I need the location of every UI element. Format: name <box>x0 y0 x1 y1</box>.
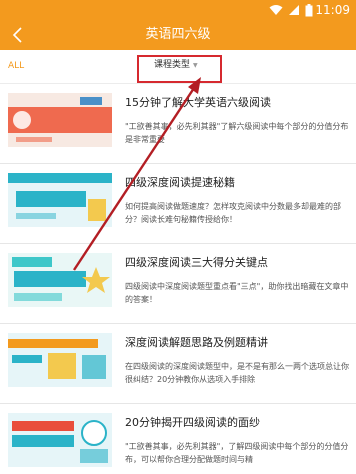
course-thumbnail-graphic <box>8 173 112 227</box>
course-thumbnail <box>8 173 112 227</box>
battery-icon <box>305 3 313 16</box>
course-thumbnail <box>8 333 112 387</box>
course-description: 四级阅读中深度阅读题型重点看"三点"，助你找出暗藏在文章中的答案！ <box>125 282 349 304</box>
course-description: "工欲善其事，必先利其器"，了解四级阅读中每个部分的分值分布，可以帮你合理分配做… <box>125 442 349 464</box>
course-title: 四级深度阅读三大得分关键点 <box>125 256 268 269</box>
course-thumbnail-graphic <box>8 253 112 307</box>
highlight-box <box>137 55 222 83</box>
course-thumbnail-graphic <box>8 333 112 387</box>
app-screen: 11:09 英语四六级 ALL 课程类型 ▼ 15分钟了解大学英语六级阅读 "工… <box>0 0 356 474</box>
course-list: 15分钟了解大学英语六级阅读 "工欲善其事，必先利其器"了解六级阅读中每个部分的… <box>0 84 356 474</box>
course-description: "工欲善其事，必先利其器"了解六级阅读中每个部分的分值分布是非常重要 <box>125 122 349 144</box>
course-thumbnail-graphic <box>8 413 112 467</box>
course-title: 20分钟揭开四级阅读的面纱 <box>125 416 260 429</box>
course-thumbnail <box>8 93 112 147</box>
status-time: 11:09 <box>315 3 350 17</box>
page-title: 英语四六级 <box>145 27 211 42</box>
course-title: 15分钟了解大学英语六级阅读 <box>125 96 271 109</box>
course-item[interactable]: 20分钟揭开四级阅读的面纱 "工欲善其事，必先利其器"，了解四级阅读中每个部分的… <box>0 404 356 474</box>
course-title: 四级深度阅读提速秘籍 <box>125 176 235 189</box>
course-thumbnail-graphic <box>8 93 112 147</box>
course-item[interactable]: 四级深度阅读提速秘籍 如何提高阅读做题速度？怎样攻克阅读中分数最多却最难的部分？… <box>0 164 356 244</box>
status-bar: 11:09 <box>0 0 356 20</box>
filter-all-tab[interactable]: ALL <box>8 50 24 83</box>
course-item[interactable]: 15分钟了解大学英语六级阅读 "工欲善其事，必先利其器"了解六级阅读中每个部分的… <box>0 84 356 164</box>
course-thumbnail <box>8 253 112 307</box>
wifi-icon <box>269 5 283 15</box>
course-item[interactable]: 四级深度阅读三大得分关键点 四级阅读中深度阅读题型重点看"三点"，助你找出暗藏在… <box>0 244 356 324</box>
course-item[interactable]: 深度阅读解题思路及例题精讲 在四级阅读的深度阅读题型中，是不是有那么一两个选项总… <box>0 324 356 404</box>
signal-icon <box>289 5 299 15</box>
course-description: 如何提高阅读做题速度？怎样攻克阅读中分数最多却最难的部分？阅读长难句秘籍传授给你… <box>125 202 341 224</box>
app-header: 英语四六级 <box>0 20 356 50</box>
course-description: 在四级阅读的深度阅读题型中，是不是有那么一两个选项总让你很纠结？20分钟教你从选… <box>125 362 349 384</box>
course-title: 深度阅读解题思路及例题精讲 <box>125 336 268 349</box>
course-thumbnail <box>8 413 112 467</box>
status-icons <box>269 2 313 18</box>
